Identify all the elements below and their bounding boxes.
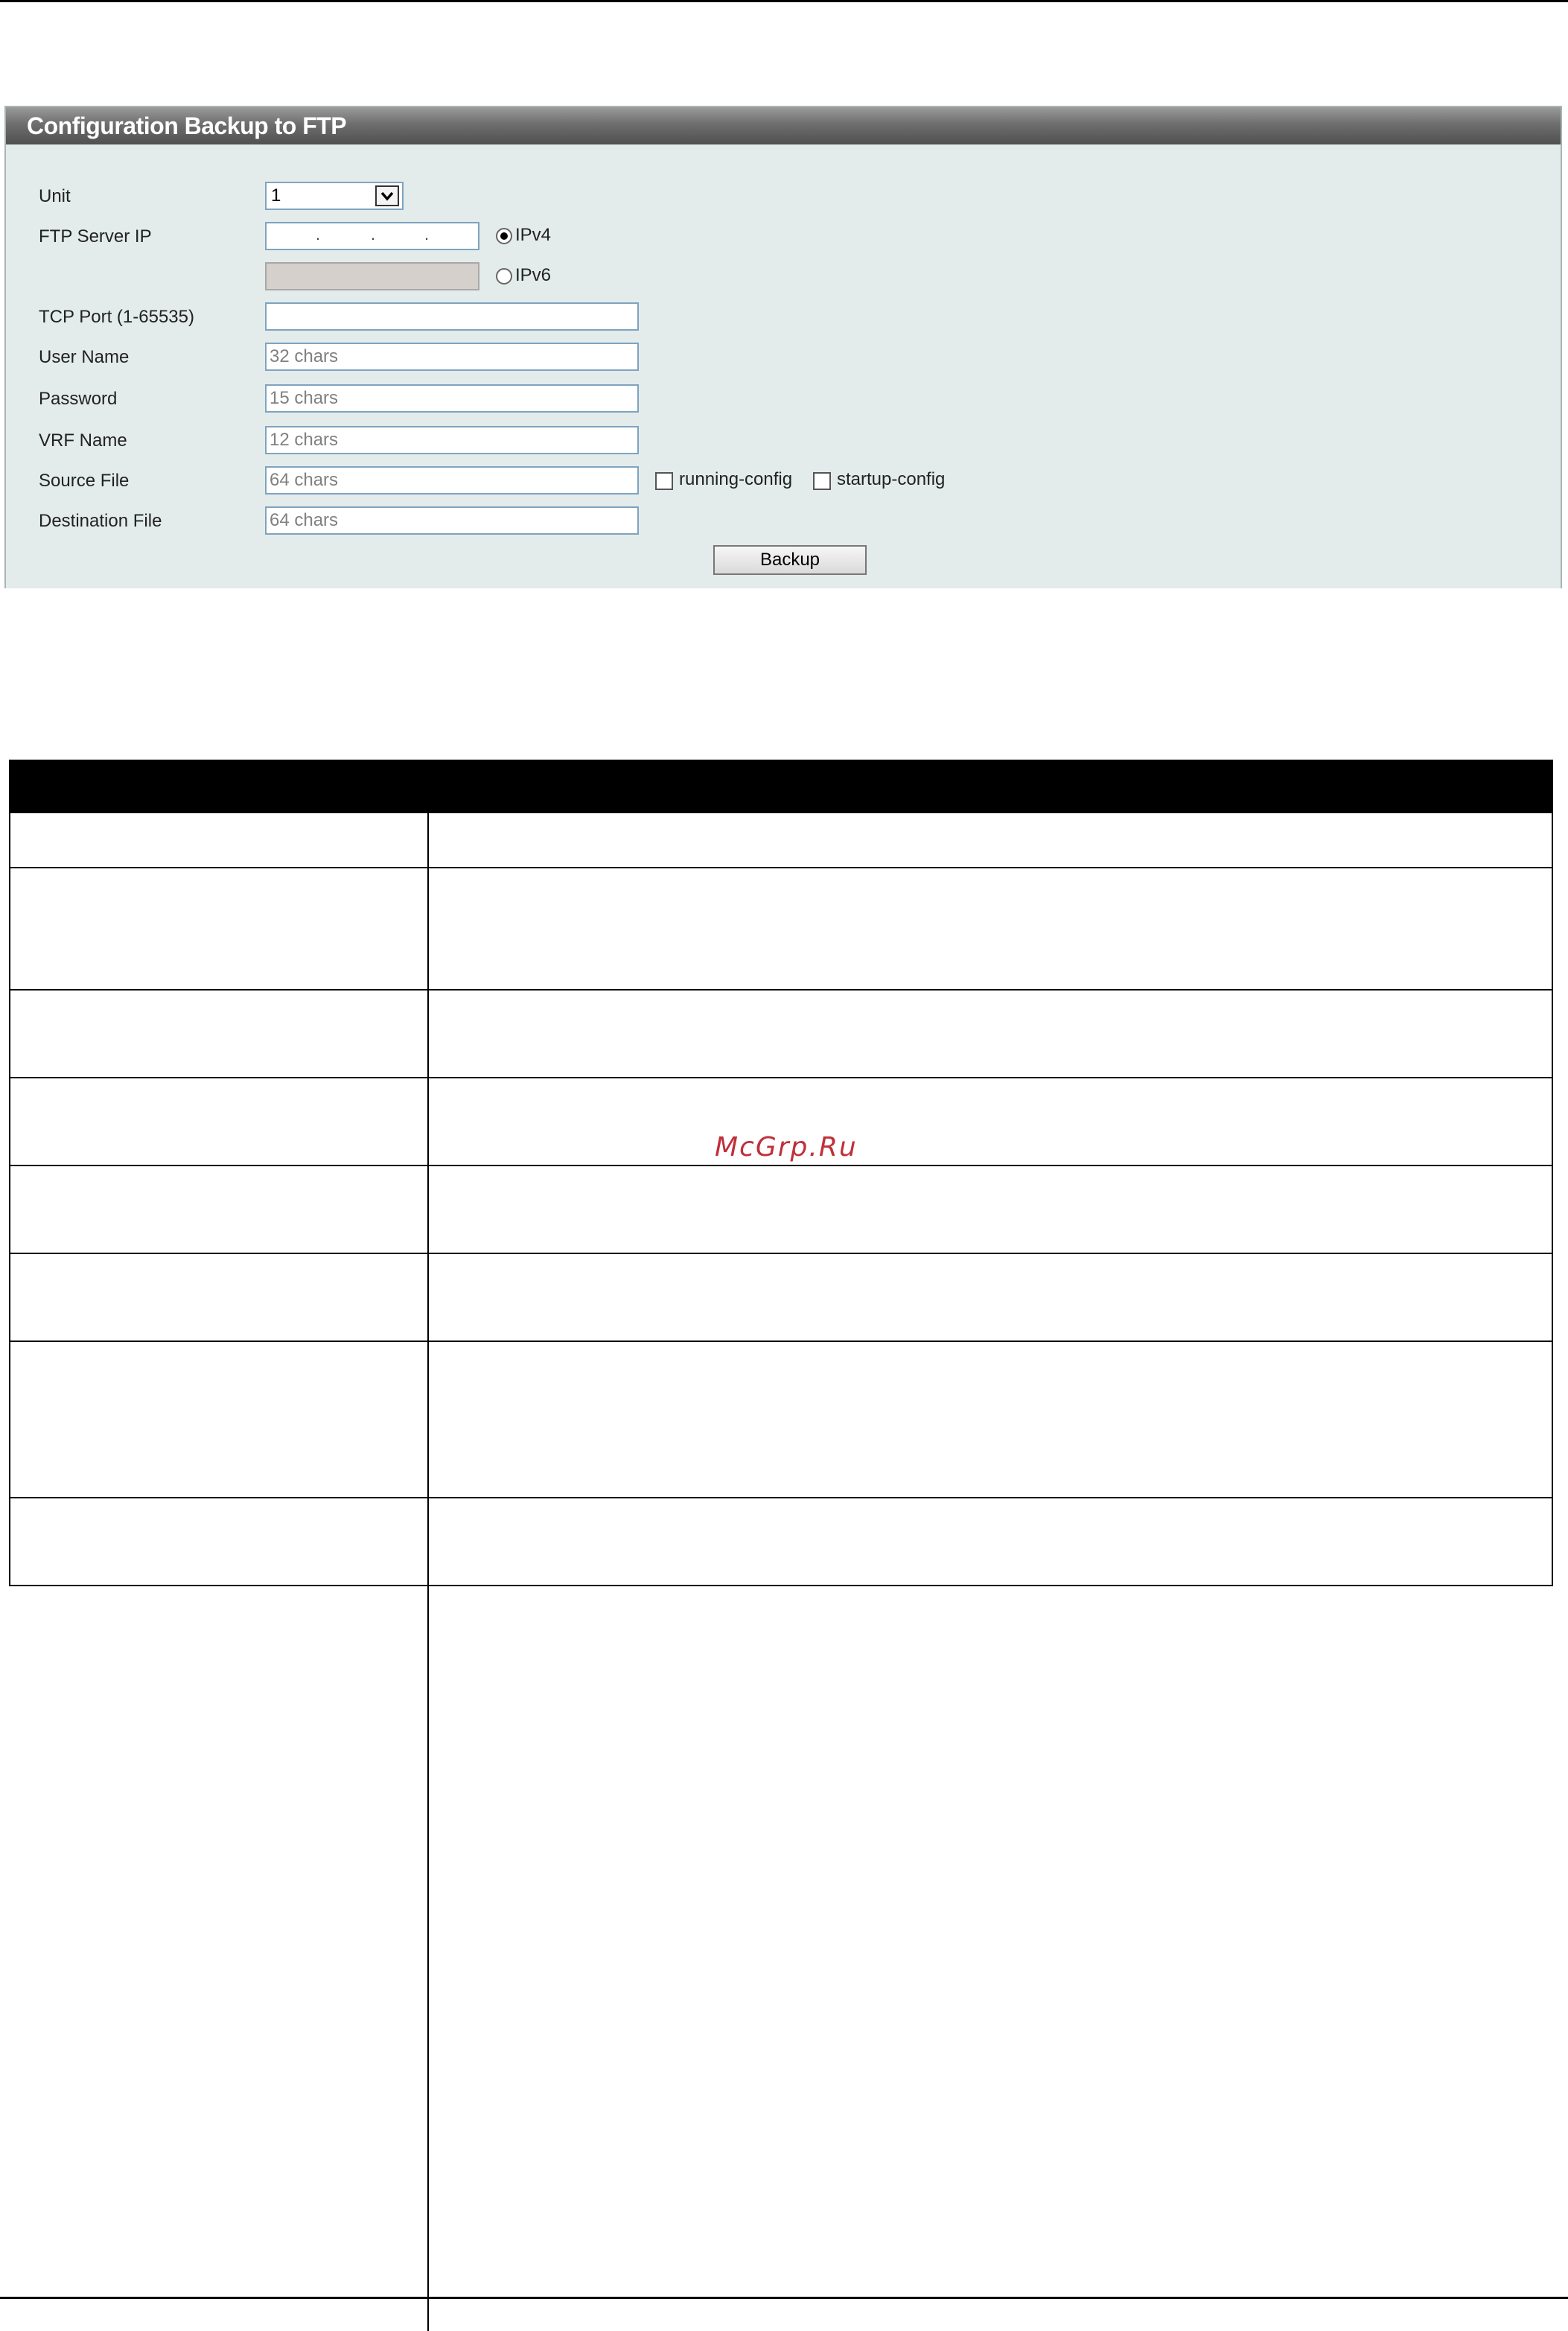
ftp-server-ip-label: FTP Server IP	[39, 226, 152, 247]
ip-separator: .	[424, 225, 430, 244]
ipv6-address-input[interactable]	[265, 262, 479, 290]
table-column-divider	[427, 813, 429, 2331]
top-rule	[0, 0, 1568, 2]
table-row	[9, 990, 1553, 1078]
user-name-input[interactable]: 32 chars	[265, 343, 639, 371]
password-label: Password	[39, 389, 118, 409]
user-name-label: User Name	[39, 347, 130, 367]
tcp-port-input[interactable]	[265, 302, 639, 331]
password-input[interactable]: 15 chars	[265, 384, 639, 413]
unit-select[interactable]: 1	[265, 182, 404, 210]
table-row	[9, 1166, 1553, 1254]
ipv4-radio-label: IPv4	[515, 225, 552, 245]
unit-label: Unit	[39, 186, 71, 206]
running-config-label: running-config	[679, 469, 793, 489]
ip-separator: .	[316, 225, 321, 244]
tcp-port-label: TCP Port (1-65535)	[39, 307, 194, 327]
bottom-rule	[0, 2297, 1568, 2299]
panel-title: Configuration Backup to FTP	[6, 107, 1561, 144]
table-header	[9, 760, 1553, 813]
table-row	[9, 1342, 1553, 1498]
vrf-name-label: VRF Name	[39, 430, 127, 451]
chevron-down-icon[interactable]	[375, 185, 399, 206]
ipv4-radio[interactable]	[496, 228, 512, 244]
watermark: McGrp.Ru	[715, 1132, 858, 1163]
destination-file-label: Destination File	[39, 511, 162, 531]
running-config-checkbox[interactable]	[655, 472, 673, 490]
table-row	[9, 813, 1553, 868]
startup-config-label: startup-config	[837, 469, 946, 489]
startup-config-checkbox[interactable]	[813, 472, 831, 490]
table-row	[9, 1254, 1553, 1342]
ipv6-radio-label: IPv6	[515, 265, 552, 285]
unit-value: 1	[271, 185, 281, 206]
backup-button[interactable]: Backup	[713, 545, 867, 575]
ip-separator: .	[371, 225, 376, 244]
source-file-input[interactable]: 64 chars	[265, 466, 639, 494]
table-row	[9, 868, 1553, 990]
ipv6-radio[interactable]	[496, 268, 512, 284]
config-backup-panel: Configuration Backup to FTP Unit 1 FTP S…	[4, 106, 1562, 588]
table-row	[9, 1498, 1553, 1586]
destination-file-input[interactable]: 64 chars	[265, 506, 639, 535]
source-file-label: Source File	[39, 471, 130, 491]
vrf-name-input[interactable]: 12 chars	[265, 426, 639, 454]
ipv4-address-input[interactable]: . . .	[265, 222, 479, 250]
